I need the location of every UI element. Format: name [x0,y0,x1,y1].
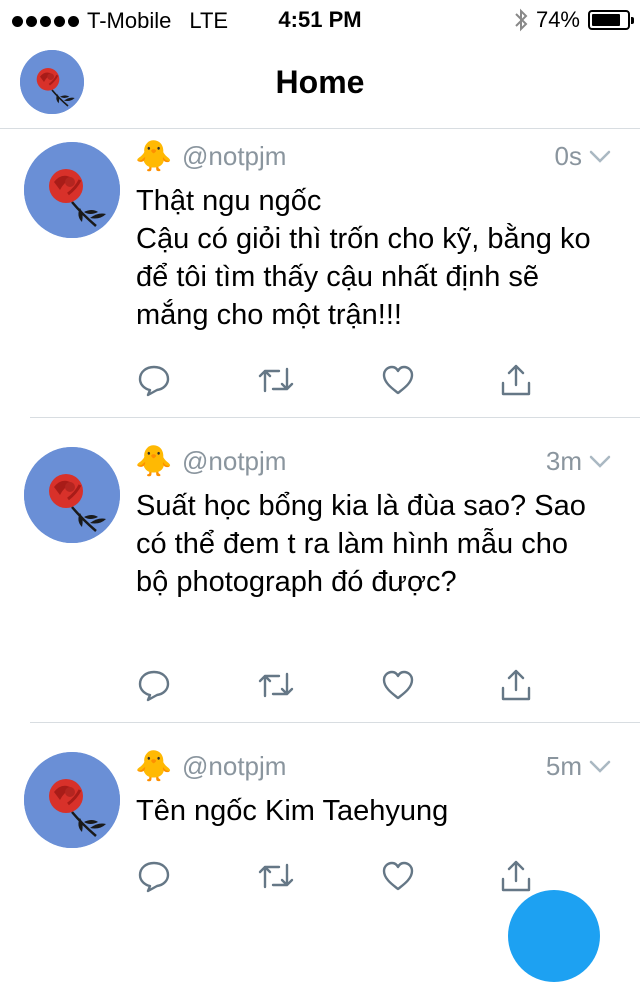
battery-icon [588,10,634,30]
retweet-icon [258,367,294,393]
reply-button[interactable] [134,665,174,705]
reply-icon [138,670,170,702]
tweet-divider [30,722,640,723]
tweet[interactable]: 🐥 @notpjm 3m Suất học bổng kia là đùa sa… [0,433,640,723]
chevron-down-icon[interactable] [588,754,612,778]
share-icon [501,669,531,701]
share-icon [501,364,531,396]
bluetooth-icon [515,8,528,32]
tweet-actions [134,856,534,896]
like-button[interactable] [378,856,418,896]
status-right: 74% [514,7,634,33]
tweet-avatar[interactable] [24,447,120,543]
tweet-actions [134,360,534,400]
share-icon [501,860,531,892]
share-button[interactable] [496,665,536,705]
retweet-icon [258,672,294,698]
tweet-divider [30,417,640,418]
retweet-button[interactable] [256,665,296,705]
tweet-time: 3m [545,445,582,476]
tweet-actions [134,665,534,705]
retweet-button[interactable] [256,360,296,400]
chevron-down-icon[interactable] [588,144,612,168]
like-button[interactable] [378,360,418,400]
like-icon [382,365,414,395]
share-button[interactable] [496,360,536,400]
chick-emoji-icon: 🐥 [135,749,173,783]
tweet-handle[interactable]: @notpjm [182,141,286,172]
tweet-header: 🐥 @notpjm 0s [135,138,612,174]
page-title: Home [275,64,365,100]
reply-icon [138,861,170,893]
tweet-text: Tên ngốc Kim Taehyung [136,795,449,827]
tweet-text: Suất học bổng kia là đùa sao? Sao có thể… [136,490,586,598]
tweet[interactable]: 🐥 @notpjm 5m Tên ngốc Kim Taehyung [0,738,640,911]
compose-button[interactable] [508,890,600,982]
chick-emoji-icon: 🐥 [135,139,173,173]
battery-percent: 74% [535,7,580,32]
nav-bar: Home [0,40,640,129]
like-icon [382,670,414,700]
tweet-header: 🐥 @notpjm 3m [135,443,612,479]
share-button[interactable] [496,856,536,896]
tweet-time: 0s [554,140,582,171]
tweet-time: 5m [545,750,582,781]
like-icon [382,861,414,891]
chevron-down-icon[interactable] [588,449,612,473]
tweet-handle[interactable]: @notpjm [182,446,286,477]
tweet-avatar[interactable] [24,142,120,238]
chick-emoji-icon: 🐥 [135,444,173,478]
tweet[interactable]: 🐥 @notpjm 0s Thật ngu ngốc Cậu có giỏi t… [0,128,640,418]
reply-button[interactable] [134,360,174,400]
like-button[interactable] [378,665,418,705]
reply-button[interactable] [134,856,174,896]
retweet-button[interactable] [256,856,296,896]
reply-icon [138,365,170,397]
status-bar: T-Mobile LTE 4:51 PM 74% [0,0,640,40]
tweet-header: 🐥 @notpjm 5m [135,748,612,784]
tweet-text: Thật ngu ngốc Cậu có giỏi thì trốn cho k… [136,185,591,331]
tweet-avatar[interactable] [24,752,120,848]
tweet-handle[interactable]: @notpjm [182,751,286,782]
retweet-icon [258,863,294,889]
